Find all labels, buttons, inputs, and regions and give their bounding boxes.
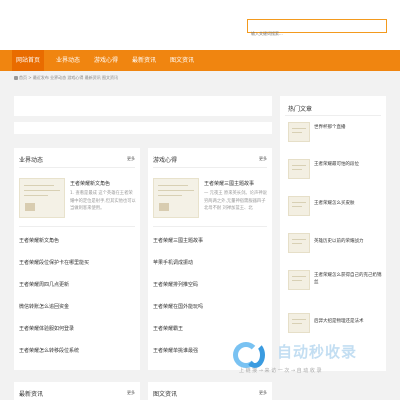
hot-thumbnail[interactable] <box>288 122 310 142</box>
search-input[interactable] <box>248 27 386 40</box>
breadcrumb: 首页 > 最近发布 业界动态 游戏心得 最新资讯 图文资讯 <box>14 75 118 81</box>
panel-picture-news: 图文资讯 更多 <box>148 382 272 400</box>
breadcrumb-text[interactable]: 首页 > 最近发布 业界动态 游戏心得 最新资讯 图文资讯 <box>19 75 118 80</box>
feature-title[interactable]: 王者荣耀新文角色 <box>70 180 110 187</box>
hot-thumbnail[interactable] <box>288 196 310 216</box>
list-item[interactable]: 微信转账怎么追回资金 <box>19 303 69 310</box>
logo-arc-icon <box>245 342 265 368</box>
hot-title[interactable]: 王者荣耀最可怕的段位 <box>314 161 384 168</box>
list-item[interactable]: 王者荣耀单挑谁最强 <box>153 347 198 354</box>
more-link[interactable]: 更多 <box>127 156 135 162</box>
divider <box>19 167 135 168</box>
search-box[interactable] <box>247 19 387 40</box>
panel-title: 最新资讯 <box>19 391 44 398</box>
watermark: 自动秒收录 上 链 接 → 来 访 一 次 → 自 动 收 录 <box>233 338 385 378</box>
sidebar-hot: 热门文章 世界杯那个直播 王者荣耀最可怕的段位 王者荣耀怎么买皮肤 英雄历史以前… <box>280 96 386 371</box>
list-item[interactable]: 王者荣耀怎么转移段位系统 <box>19 347 79 354</box>
list-item[interactable]: 王者荣耀体验服如何登录 <box>19 325 74 332</box>
nav-news[interactable]: 最新资讯 <box>126 50 162 71</box>
ad-box <box>14 122 272 134</box>
nav-industry[interactable]: 业界动态 <box>50 50 86 71</box>
list-item[interactable]: 王者荣耀排列推空码 <box>153 281 198 288</box>
hot-title[interactable]: 王者荣耀怎么获得自己的克己奶锦丝 <box>314 272 384 286</box>
feature-thumbnail[interactable] <box>153 178 199 218</box>
list-item[interactable]: 王者荣耀新文角色 <box>19 237 59 244</box>
feature-thumbnail[interactable] <box>19 178 65 218</box>
list-item[interactable]: 苹果手机调成振动 <box>153 259 193 266</box>
site-header <box>0 0 400 50</box>
hot-title[interactable]: 王者荣耀怎么买皮肤 <box>314 200 384 207</box>
divider <box>19 226 135 227</box>
hot-title[interactable]: 后羿大招是物理还是法术 <box>314 318 384 325</box>
feature-desc: 一 元夜王 原来英长剑。论声神说穷两两之外,无量神宿需服器四子 北母不耐 刘禅加… <box>204 191 267 211</box>
divider <box>153 226 267 227</box>
divider <box>285 115 381 116</box>
sidebar-title: 热门文章 <box>288 106 313 113</box>
nav-home[interactable]: 网站首页 <box>12 50 44 71</box>
hot-thumbnail[interactable] <box>288 313 310 333</box>
feature-desc: 1. 查看是最成 这个英雄在王者荣耀中的定位是射手,但其实他也可以当做刺客来使用… <box>70 191 136 211</box>
panel-latest: 最新资讯 更多 <box>14 382 140 400</box>
more-link[interactable]: 更多 <box>259 156 267 162</box>
panel-title: 图文资讯 <box>153 391 178 398</box>
home-icon <box>14 76 18 80</box>
panel-title: 游戏心得 <box>153 157 178 164</box>
list-item[interactable]: 王者荣耀霸王 <box>153 325 183 332</box>
panel-games: 游戏心得 更多 王者荣耀三國主题故事 一 元夜王 原来英长剑。论声神说穷两两之外… <box>148 148 272 370</box>
nav-pictures[interactable]: 图文资讯 <box>164 50 200 71</box>
main-nav: 网站首页 业界动态 游戏心得 最新资讯 图文资讯 <box>0 50 400 71</box>
list-item[interactable]: 王者荣耀周四几点更新 <box>19 281 69 288</box>
watermark-tagline: 上 链 接 → 来 访 一 次 → 自 动 收 录 <box>239 368 322 374</box>
list-item[interactable]: 王者荣耀三國主题故事 <box>153 237 203 244</box>
more-link[interactable]: 更多 <box>259 390 267 396</box>
list-item[interactable]: 王者荣耀在国外能玩吗 <box>153 303 203 310</box>
banner-box <box>14 96 272 116</box>
hot-thumbnail[interactable] <box>288 233 310 253</box>
list-item[interactable]: 王者荣耀段位保护卡在哪里能买 <box>19 259 89 266</box>
hot-thumbnail[interactable] <box>288 159 310 179</box>
nav-games[interactable]: 游戏心得 <box>88 50 124 71</box>
hot-thumbnail[interactable] <box>288 270 310 290</box>
divider <box>153 167 267 168</box>
panel-title: 业界动态 <box>19 157 44 164</box>
hot-title[interactable]: 世界杯那个直播 <box>314 124 384 131</box>
more-link[interactable]: 更多 <box>127 390 135 396</box>
hot-title[interactable]: 英雄历史以前的荣耀战力 <box>314 238 384 245</box>
watermark-brand: 自动秒收录 <box>277 343 358 361</box>
feature-title[interactable]: 王者荣耀三國主题故事 <box>204 180 254 187</box>
panel-industry: 业界动态 更多 王者荣耀新文角色 1. 查看是最成 这个英雄在王者荣耀中的定位是… <box>14 148 140 370</box>
